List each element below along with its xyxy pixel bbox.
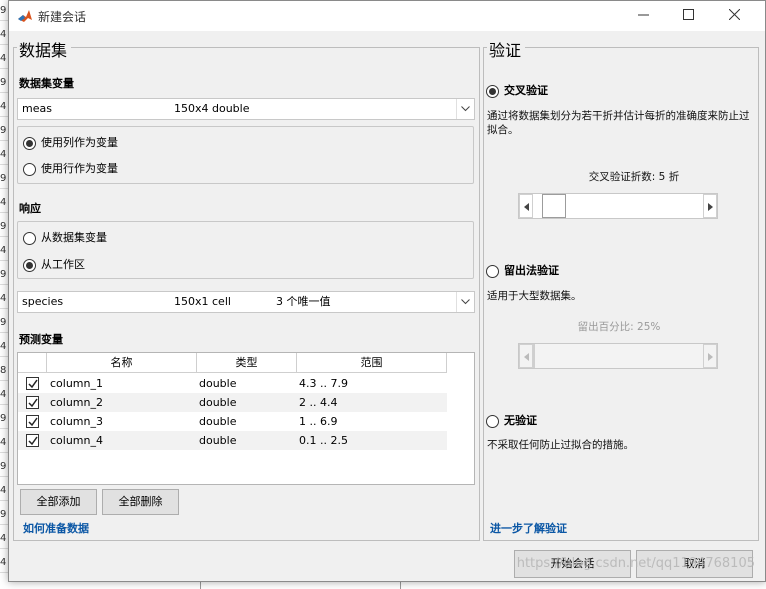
checkmark-icon	[28, 398, 38, 408]
cell-range: 4.3 .. 7.9	[299, 377, 348, 390]
holdout-slider	[518, 343, 718, 369]
radio-button-icon[interactable]	[23, 137, 36, 150]
cell-type: double	[199, 377, 237, 390]
validation-panel-title: 验证	[487, 37, 526, 61]
slider-left-arrow-icon	[519, 344, 533, 368]
cell-type: double	[199, 415, 237, 428]
slider-thumb	[533, 344, 535, 368]
response-variable-info: 150x1 cell	[174, 295, 231, 308]
window-title: 新建会话	[38, 10, 87, 24]
maximize-icon	[683, 9, 694, 20]
minimize-icon	[638, 14, 649, 16]
cell-name: column_3	[50, 415, 103, 428]
how-to-prepare-data-link[interactable]: 如何准备数据	[23, 520, 89, 536]
response-variable-name: species	[22, 295, 64, 308]
minimize-button[interactable]	[621, 1, 666, 31]
response-variable-extra: 3 个唯一值	[276, 295, 331, 308]
slider-thumb[interactable]	[542, 194, 567, 218]
radio-label: 留出法验证	[504, 264, 559, 277]
radio-button-icon[interactable]	[486, 85, 499, 98]
radio-button-icon[interactable]	[23, 259, 36, 272]
checkmark-icon	[28, 417, 38, 427]
slider-right-arrow-icon[interactable]	[703, 194, 717, 218]
slider-left-arrow-icon[interactable]	[519, 194, 533, 218]
cell-range: 2 .. 4.4	[299, 396, 338, 409]
dataset-panel-title: 数据集	[17, 37, 72, 61]
cell-range: 0.1 .. 2.5	[299, 434, 348, 447]
chevron-down-icon[interactable]	[456, 292, 474, 312]
row-checkbox[interactable]	[26, 434, 39, 447]
maximize-button[interactable]	[666, 1, 711, 31]
table-row[interactable]: column_4 double 0.1 .. 2.5	[18, 431, 447, 450]
radio-button-icon[interactable]	[486, 265, 499, 278]
cell-range: 1 .. 6.9	[299, 415, 338, 428]
radio-label: 无验证	[504, 414, 537, 427]
folds-label: 交叉验证折数: 5 折	[588, 171, 680, 183]
table-header-type[interactable]: 类型	[197, 353, 297, 373]
dataset-variable-dropdown[interactable]: meas 150x4 double	[17, 98, 475, 120]
radio-label: 使用列作为变量	[41, 136, 118, 149]
predictors-label: 预测变量	[19, 333, 63, 346]
cell-name: column_2	[50, 396, 103, 409]
watermark: https://blog.csdn.net/qq1194768105	[516, 556, 755, 571]
dataset-variable-info: 150x4 double	[174, 102, 250, 115]
table-row[interactable]: column_1 double 4.3 .. 7.9	[18, 374, 447, 393]
dataset-variable-label: 数据集变量	[19, 77, 74, 90]
radio-button-icon[interactable]	[23, 163, 36, 176]
radio-label: 交叉验证	[504, 84, 548, 97]
radio-label: 从工作区	[41, 258, 85, 271]
row-checkbox[interactable]	[26, 415, 39, 428]
new-session-dialog: 新建会话 数据集 数据集变量 meas 150x4 double 使用列作为变量…	[8, 0, 766, 582]
table-row[interactable]: column_2 double 2 .. 4.4	[18, 393, 447, 412]
matlab-logo-icon	[17, 8, 33, 24]
checkmark-icon	[28, 379, 38, 389]
title-bar[interactable]: 新建会话	[9, 1, 765, 31]
holdout-description: 适用于大型数据集。	[487, 290, 582, 302]
table-header-name[interactable]: 名称	[47, 353, 197, 373]
response-variable-dropdown[interactable]: species 150x1 cell 3 个唯一值	[17, 291, 475, 313]
close-icon	[728, 8, 741, 21]
add-all-button[interactable]: 全部添加	[20, 489, 97, 515]
chevron-down-icon[interactable]	[456, 99, 474, 119]
response-label: 响应	[19, 202, 41, 215]
slider-right-arrow-icon	[703, 344, 717, 368]
row-checkbox[interactable]	[26, 396, 39, 409]
slider-track	[533, 344, 703, 368]
radio-label: 使用行作为变量	[41, 162, 118, 175]
radio-button-icon[interactable]	[486, 415, 499, 428]
radio-button-icon[interactable]	[23, 232, 36, 245]
no-validation-description: 不采取任何防止过拟合的措施。	[487, 439, 634, 451]
table-header-range[interactable]: 范围	[297, 353, 447, 373]
cell-type: double	[199, 396, 237, 409]
remove-all-button[interactable]: 全部删除	[102, 489, 179, 515]
table-header-check	[18, 353, 47, 373]
row-checkbox[interactable]	[26, 377, 39, 390]
close-button[interactable]	[712, 1, 757, 31]
learn-more-validation-link[interactable]: 进一步了解验证	[490, 520, 567, 536]
radio-label: 从数据集变量	[41, 231, 107, 244]
cross-validation-description: 通过将数据集划分为若干折并估计每折的准确度来防止过拟合。	[487, 110, 750, 136]
checkmark-icon	[28, 436, 38, 446]
orientation-group: 使用列作为变量 使用行作为变量	[17, 126, 474, 184]
cell-name: column_1	[50, 377, 103, 390]
folds-slider[interactable]	[518, 193, 718, 219]
dataset-variable-name: meas	[22, 102, 52, 115]
table-row[interactable]: column_3 double 1 .. 6.9	[18, 412, 447, 431]
holdout-percent-label: 留出百分比: 25%	[577, 321, 661, 333]
cell-type: double	[199, 434, 237, 447]
cell-name: column_4	[50, 434, 103, 447]
response-group: 从数据集变量 从工作区	[17, 221, 474, 279]
predictors-table: 名称 类型 范围 column_1 double 4.3 .. 7.9 colu…	[17, 352, 475, 485]
